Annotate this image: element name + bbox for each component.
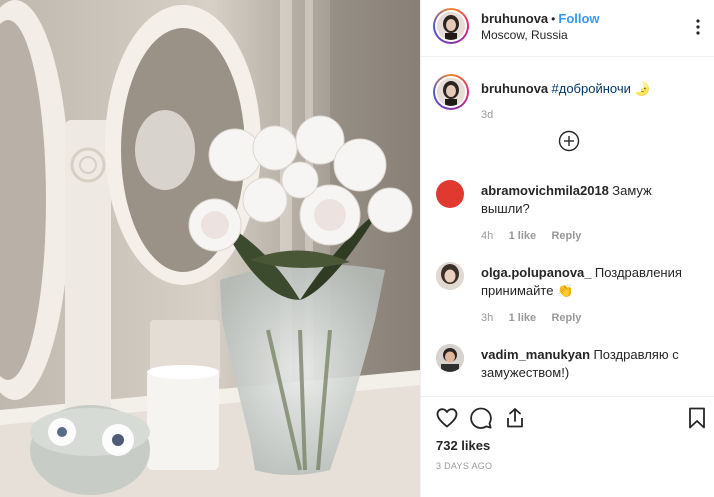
header-separator: • bbox=[551, 12, 556, 26]
reply-button[interactable]: Reply bbox=[551, 312, 581, 324]
comment-text: принимайте 👏 bbox=[481, 283, 574, 298]
photo-illustration bbox=[0, 0, 420, 497]
comment-username[interactable]: abramovichmila2018 bbox=[481, 183, 609, 198]
share-icon[interactable] bbox=[503, 406, 527, 430]
caption-time[interactable]: 3d bbox=[481, 109, 493, 121]
header-username[interactable]: bruhunova bbox=[481, 11, 548, 26]
caption-hashtag[interactable]: #добройночи bbox=[552, 81, 631, 96]
comment-text: Поздравления bbox=[594, 265, 682, 280]
comment-text: Замуж bbox=[612, 183, 652, 198]
comment-time[interactable]: 4h bbox=[481, 230, 493, 242]
comment-likes[interactable]: 1 like bbox=[509, 230, 537, 242]
comment-text: замужеством!) bbox=[481, 365, 570, 380]
post-actions: 732 likes 3 DAYS AGO bbox=[421, 396, 714, 497]
comment-username[interactable]: vadim_manukyan bbox=[481, 347, 590, 362]
plus-circle-icon[interactable] bbox=[558, 130, 580, 152]
instagram-post: bruhunova • Follow Moscow, Russia bruhun… bbox=[0, 0, 714, 497]
comment-avatar[interactable] bbox=[436, 180, 464, 208]
avatar-photo-icon bbox=[437, 12, 465, 40]
comment-meta: 3h 1 like Reply bbox=[481, 310, 581, 324]
header-avatar[interactable] bbox=[433, 8, 469, 44]
comment-text: вышли? bbox=[481, 201, 530, 216]
comment-meta: 4h 1 like Reply bbox=[481, 228, 581, 242]
comment-item: vadim_manukyan Поздравляю с замужеством!… bbox=[481, 346, 691, 382]
bookmark-icon[interactable] bbox=[685, 406, 709, 430]
post-photo[interactable] bbox=[0, 0, 420, 497]
avatar-photo-icon bbox=[436, 262, 464, 290]
comment-avatar[interactable] bbox=[436, 344, 464, 372]
comment-item: abramovichmila2018 Замуж вышли? bbox=[481, 182, 691, 218]
comment-likes[interactable]: 1 like bbox=[509, 312, 537, 324]
follow-button[interactable]: Follow bbox=[558, 11, 599, 26]
moon-emoji-icon: 🌛 bbox=[634, 81, 651, 96]
comment-time[interactable]: 3h bbox=[481, 312, 493, 324]
comment-item: olga.polupanova_ Поздравления принимайте… bbox=[481, 264, 691, 300]
more-options-icon[interactable] bbox=[689, 18, 707, 36]
post-date[interactable]: 3 DAYS AGO bbox=[436, 461, 492, 471]
post-sidebar: bruhunova • Follow Moscow, Russia bruhun… bbox=[420, 0, 714, 497]
likes-count[interactable]: 732 likes bbox=[436, 438, 490, 453]
comment-username[interactable]: olga.polupanova_ bbox=[481, 265, 592, 280]
comment-icon[interactable] bbox=[469, 406, 493, 430]
post-header: bruhunova • Follow Moscow, Russia bbox=[421, 0, 714, 57]
comment-avatar[interactable] bbox=[436, 262, 464, 290]
avatar-photo-icon bbox=[436, 344, 464, 372]
comment-text: Поздравляю с bbox=[593, 347, 679, 362]
caption-avatar[interactable] bbox=[433, 74, 469, 110]
comments-section: bruhunova #добройночи 🌛 3d abramovichmil… bbox=[421, 58, 714, 396]
heart-icon[interactable] bbox=[435, 406, 459, 430]
caption-username[interactable]: bruhunova bbox=[481, 81, 548, 96]
header-location[interactable]: Moscow, Russia bbox=[481, 28, 568, 42]
avatar-photo-icon bbox=[437, 78, 465, 106]
caption-line: bruhunova #добройночи 🌛 bbox=[481, 81, 650, 97]
reply-button[interactable]: Reply bbox=[551, 230, 581, 242]
